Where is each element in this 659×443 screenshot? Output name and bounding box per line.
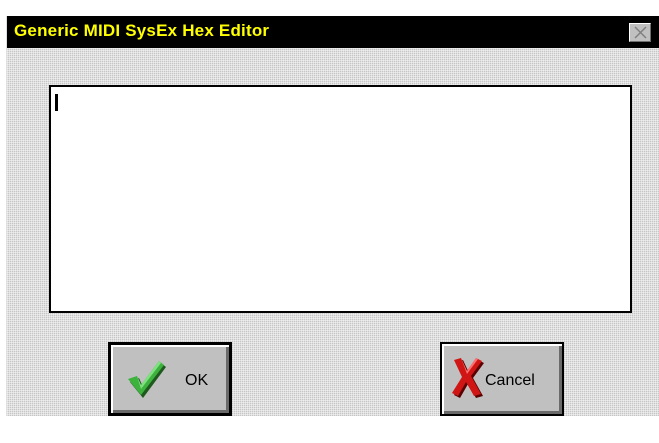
close-button[interactable] [629,23,651,42]
ok-button-label: OK [185,372,209,389]
window-title: Generic MIDI SysEx Hex Editor [14,21,270,40]
close-icon [634,26,647,39]
cancel-button[interactable]: Cancel [440,342,564,416]
ok-button[interactable]: OK [108,342,232,416]
cancel-button-label: Cancel [485,372,535,389]
text-caret [55,94,58,111]
sysex-editor-dialog: Generic MIDI SysEx Hex Editor OK Cancel [6,16,659,416]
hex-editor-textarea[interactable] [49,85,632,313]
checkmark-icon [128,361,166,398]
title-bar: Generic MIDI SysEx Hex Editor [7,16,659,48]
red-x-icon [452,358,484,398]
